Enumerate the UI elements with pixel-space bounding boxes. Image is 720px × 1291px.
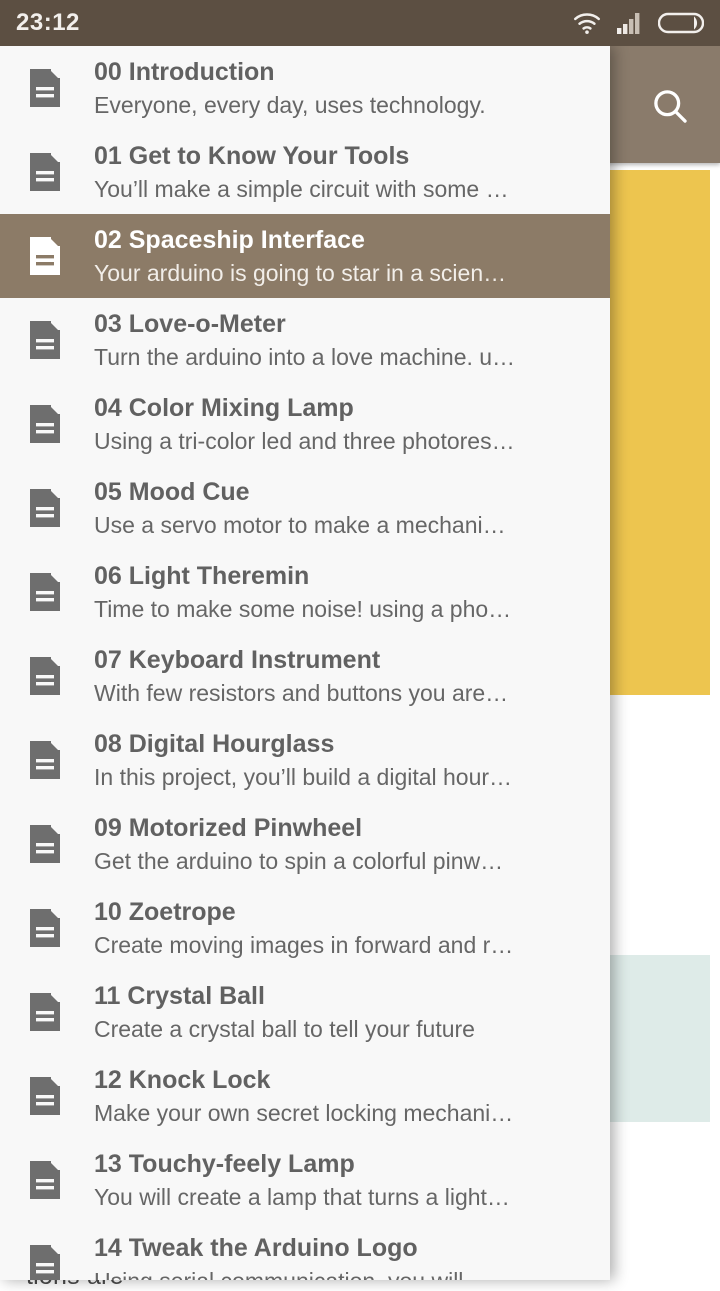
drawer-item-title: 00 Introduction [94, 57, 275, 86]
document-icon [28, 403, 78, 445]
document-icon [28, 319, 78, 361]
drawer-item-text: 08 Digital Hourglass In this project, you… [94, 729, 610, 792]
document-icon [28, 655, 78, 697]
drawer-item-subtitle: You will create a lamp that turns a ligh… [94, 1183, 510, 1210]
drawer-item-subtitle: Create a crystal ball to tell your futur… [94, 1015, 475, 1042]
drawer-item-text: 07 Keyboard Instrument With few resistors… [94, 645, 610, 708]
drawer-item-7[interactable]: 07 Keyboard Instrument With few resistors… [0, 634, 610, 718]
drawer-item-3[interactable]: 03 Love-o-Meter Turn the arduino into a l… [0, 298, 610, 382]
drawer-item-title: 03 Love-o-Meter [94, 309, 286, 338]
drawer-item-subtitle: Everyone, every day, uses technology. [94, 91, 486, 118]
document-icon [28, 235, 78, 277]
document-icon [28, 67, 78, 109]
drawer-item-title: 13 Touchy-feely Lamp [94, 1149, 355, 1178]
drawer-item-12[interactable]: 12 Knock Lock Make your own secret lockin… [0, 1054, 610, 1138]
drawer-item-title: 04 Color Mixing Lamp [94, 393, 354, 422]
drawer-item-6[interactable]: 06 Light Theremin Time to make some noise… [0, 550, 610, 634]
drawer-item-9[interactable]: 09 Motorized Pinwheel Get the arduino to … [0, 802, 610, 886]
drawer-item-1[interactable]: 01 Get to Know Your Tools You’ll make a s… [0, 130, 610, 214]
document-icon [28, 1075, 78, 1117]
drawer-item-0[interactable]: 00 Introduction Everyone, every day, uses… [0, 46, 610, 130]
drawer-item-5[interactable]: 05 Mood Cue Use a servo motor to make a m… [0, 466, 610, 550]
drawer-item-text: 00 Introduction Everyone, every day, uses… [94, 57, 610, 120]
drawer-item-subtitle: Using serial communication, you will… [94, 1266, 594, 1281]
cellular-signal-icon [616, 11, 644, 35]
drawer-item-title: 05 Mood Cue [94, 477, 250, 506]
document-icon [28, 991, 78, 1033]
drawer-item-title: 07 Keyboard Instrument [94, 645, 381, 674]
drawer-item-title: 08 Digital Hourglass [94, 729, 335, 758]
drawer-item-title: 09 Motorized Pinwheel [94, 813, 363, 842]
drawer-item-2[interactable]: 02 Spaceship Interface Your arduino is go… [0, 214, 610, 298]
drawer-item-title: 02 Spaceship Interface [94, 225, 365, 254]
drawer-item-text: 14 Tweak the Arduino Logo Using serial co… [94, 1233, 610, 1281]
drawer-item-title: 14 Tweak the Arduino Logo [94, 1233, 418, 1262]
drawer-item-subtitle: Turn the arduino into a love machine. u… [94, 343, 516, 370]
drawer-item-subtitle: Create moving images in forward and r… [94, 931, 514, 958]
document-icon [28, 907, 78, 949]
drawer-item-title: 01 Get to Know Your Tools [94, 141, 410, 170]
wifi-icon [572, 11, 602, 35]
drawer-item-subtitle: Use a servo motor to make a mechani… [94, 511, 506, 538]
drawer-item-text: 01 Get to Know Your Tools You’ll make a s… [94, 141, 610, 204]
status-bar-icons [572, 11, 704, 35]
document-icon [28, 1243, 78, 1280]
drawer-item-subtitle: You’ll make a simple circuit with some … [94, 175, 509, 202]
drawer-item-subtitle: Your arduino is going to star in a scien… [94, 259, 507, 286]
drawer-item-text: 09 Motorized Pinwheel Get the arduino to … [94, 813, 610, 876]
lesson-list: 00 Introduction Everyone, every day, uses… [0, 46, 610, 1280]
document-icon [28, 823, 78, 865]
status-bar-clock: 23:12 [16, 9, 80, 36]
document-icon [28, 487, 78, 529]
drawer-item-text: 03 Love-o-Meter Turn the arduino into a l… [94, 309, 610, 372]
drawer-item-title: 11 Crystal Ball [94, 981, 265, 1010]
document-icon [28, 151, 78, 193]
drawer-item-subtitle: With few resistors and buttons you are… [94, 679, 509, 706]
drawer-item-11[interactable]: 11 Crystal Ball Create a crystal ball to … [0, 970, 610, 1054]
drawer-item-text: 02 Spaceship Interface Your arduino is go… [94, 225, 610, 288]
drawer-item-4[interactable]: 04 Color Mixing Lamp Using a tri-color le… [0, 382, 610, 466]
drawer-item-title: 12 Knock Lock [94, 1065, 271, 1094]
search-button[interactable] [642, 78, 698, 134]
drawer-item-subtitle: Get the arduino to spin a colorful pinw… [94, 847, 504, 874]
drawer-item-14[interactable]: 14 Tweak the Arduino Logo Using serial co… [0, 1222, 610, 1280]
drawer-item-10[interactable]: 10 Zoetrope Create moving images in forwa… [0, 886, 610, 970]
drawer-item-subtitle: Time to make some noise! using a pho… [94, 595, 512, 622]
drawer-item-text: 13 Touchy-feely Lamp You will create a la… [94, 1149, 610, 1212]
drawer-item-text: 05 Mood Cue Use a servo motor to make a m… [94, 477, 610, 540]
status-bar: 23:12 [0, 0, 720, 46]
drawer-item-subtitle: Using a tri-color led and three photores… [94, 427, 515, 454]
drawer-item-title: 10 Zoetrope [94, 897, 236, 926]
drawer-item-text: 04 Color Mixing Lamp Using a tri-color le… [94, 393, 610, 456]
drawer-item-text: 12 Knock Lock Make your own secret lockin… [94, 1065, 610, 1128]
drawer-item-13[interactable]: 13 Touchy-feely Lamp You will create a la… [0, 1138, 610, 1222]
drawer-item-text: 11 Crystal Ball Create a crystal ball to … [94, 981, 610, 1044]
drawer-item-subtitle: In this project, you’ll build a digital … [94, 763, 513, 790]
drawer-item-title: 06 Light Theremin [94, 561, 310, 590]
navigation-drawer: 00 Introduction Everyone, every day, uses… [0, 46, 610, 1280]
drawer-item-8[interactable]: 08 Digital Hourglass In this project, you… [0, 718, 610, 802]
search-icon [648, 84, 692, 128]
drawer-item-text: 06 Light Theremin Time to make some noise… [94, 561, 610, 624]
document-icon [28, 1159, 78, 1201]
drawer-item-text: 10 Zoetrope Create moving images in forwa… [94, 897, 610, 960]
drawer-item-subtitle: Make your own secret locking mechani… [94, 1099, 514, 1126]
document-icon [28, 571, 78, 613]
document-icon [28, 739, 78, 781]
battery-icon [658, 11, 704, 35]
